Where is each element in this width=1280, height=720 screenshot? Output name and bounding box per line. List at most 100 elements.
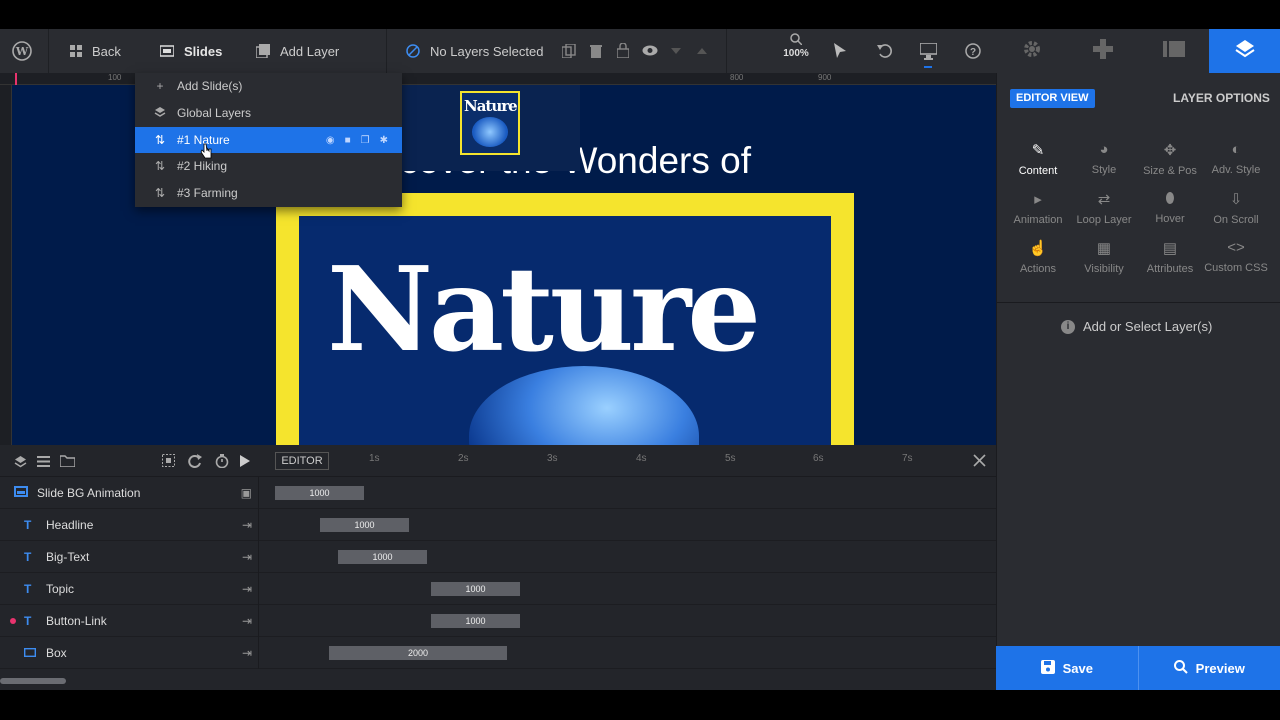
timeline-layer-list: Slide BG Animation ▣ T Headline ⇥ T Big-… <box>0 477 258 669</box>
option-style[interactable]: ◕ Style <box>1071 141 1137 176</box>
animation-bar[interactable]: 1000 <box>320 518 409 532</box>
add-slides-item[interactable]: + Add Slide(s) <box>135 73 402 99</box>
timeline-row-topic[interactable]: T Topic ⇥ <box>0 573 258 605</box>
jump-to-icon[interactable]: ⇥ <box>242 582 252 596</box>
reorder-icon[interactable]: ⇅ <box>151 186 169 200</box>
reorder-icon[interactable]: ⇅ <box>151 133 169 147</box>
timeline-row-headline[interactable]: T Headline ⇥ <box>0 509 258 541</box>
option-size-pos[interactable]: ✥ Size & Pos <box>1137 141 1203 177</box>
slide-item-nature[interactable]: ⇅ #1 Nature ◉ ■ ❐ ✱ <box>135 127 402 153</box>
timeline-row-slide-bg[interactable]: Slide BG Animation ▣ <box>0 477 258 509</box>
ruler-marker <box>15 73 17 85</box>
time-tick: 6s <box>813 453 824 464</box>
image-icon <box>1162 40 1185 62</box>
tab-settings[interactable] <box>996 29 1067 73</box>
slides-button[interactable]: Slides <box>160 29 222 73</box>
jump-to-icon[interactable]: ⇥ <box>242 550 252 564</box>
global-layers-item[interactable]: Global Layers <box>135 100 402 126</box>
gear-icon[interactable]: ✱ <box>380 135 388 146</box>
reorder-icon[interactable]: ⇅ <box>151 159 169 173</box>
time-tick: 4s <box>636 453 647 464</box>
jump-to-icon[interactable]: ⇥ <box>242 646 252 660</box>
eye-icon[interactable]: ◉ <box>326 135 335 146</box>
play-icon[interactable] <box>240 455 250 467</box>
option-loop-layer[interactable]: ⇄ Loop Layer <box>1071 190 1137 226</box>
jump-to-icon[interactable]: ⇥ <box>242 518 252 532</box>
preview-button[interactable]: Preview <box>1137 646 1280 690</box>
zoom-control[interactable]: 100% <box>781 33 811 69</box>
desktop-view-icon[interactable] <box>920 43 937 60</box>
folder-icon[interactable] <box>60 455 75 467</box>
animation-bar[interactable]: 1000 <box>431 582 520 596</box>
row-label: Button-Link <box>46 613 107 628</box>
arrow-down-icon[interactable] <box>671 48 681 54</box>
timeline-row-box[interactable]: Box ⇥ <box>0 637 258 669</box>
wordpress-logo-button[interactable]: W <box>12 29 32 73</box>
lock-icon[interactable] <box>617 43 629 58</box>
selection-icon[interactable] <box>162 454 175 467</box>
text-layer-icon: T <box>24 517 32 532</box>
loop-icon: ⇄ <box>1097 191 1111 208</box>
option-custom-css[interactable]: <> Custom CSS <box>1203 239 1269 274</box>
ruler-label: 800 <box>730 73 744 82</box>
refresh-icon[interactable] <box>188 454 202 468</box>
tab-layers[interactable] <box>1209 29 1280 73</box>
no-layers-label: No Layers Selected <box>430 43 544 59</box>
file-icon: ▤ <box>1162 240 1178 257</box>
editor-view-badge[interactable]: EDITOR VIEW <box>1010 89 1095 108</box>
animation-bar[interactable]: 1000 <box>275 486 364 500</box>
option-content[interactable]: ✎ Content <box>1005 141 1071 177</box>
tab-slide-settings[interactable] <box>1138 29 1209 73</box>
slide-item-hiking[interactable]: ⇅ #2 Hiking <box>135 153 402 179</box>
text-layer-icon: T <box>24 581 32 596</box>
editor-tag[interactable]: EDITOR <box>275 452 329 470</box>
slide-item-actions: ◉ ■ ❐ ✱ <box>326 127 388 153</box>
palette-icon: ◕ <box>1099 141 1109 158</box>
box-layer[interactable]: Nature <box>276 193 854 445</box>
animation-bar[interactable]: 1000 <box>338 550 427 564</box>
box-inner: Nature <box>299 216 831 445</box>
slides-dropdown: + Add Slide(s) Global Layers ⇅ #1 Nature… <box>135 73 402 207</box>
timeline-row-button-link[interactable]: T Button-Link ⇥ <box>0 605 258 637</box>
animation-bar[interactable]: 1000 <box>431 614 520 628</box>
option-attributes[interactable]: ▤ Attributes <box>1137 239 1203 275</box>
visibility-icon: ▦ <box>1096 240 1112 257</box>
jump-to-icon[interactable]: ⇥ <box>242 614 252 628</box>
close-icon[interactable] <box>973 454 986 467</box>
add-layer-button[interactable]: Add Layer <box>256 29 339 73</box>
help-icon[interactable]: ? <box>965 43 981 59</box>
option-label: Size & Pos <box>1143 165 1197 177</box>
timeline-scrollbar[interactable] <box>0 678 66 684</box>
option-actions[interactable]: ☝ Actions <box>1005 239 1071 275</box>
option-hover[interactable]: ⬮ Hover <box>1137 190 1203 225</box>
stopwatch-icon[interactable] <box>215 454 229 468</box>
back-button[interactable]: Back <box>70 29 121 73</box>
cursor-icon[interactable] <box>834 43 846 58</box>
floppy-icon <box>1040 659 1055 677</box>
big-text-layer[interactable]: Nature <box>327 242 761 378</box>
track-row: 1000 <box>259 509 996 541</box>
list-icon[interactable] <box>37 456 50 467</box>
animation-bar[interactable]: 2000 <box>329 646 507 660</box>
layers-icon[interactable] <box>14 455 27 468</box>
copy-icon[interactable]: ❐ <box>361 135 370 146</box>
tab-navigation[interactable] <box>1067 29 1138 73</box>
option-on-scroll[interactable]: ⇩ On Scroll <box>1203 190 1269 226</box>
trash-icon[interactable] <box>590 44 602 58</box>
option-visibility[interactable]: ▦ Visibility <box>1071 239 1137 275</box>
thumbnail-fish <box>472 117 508 147</box>
copy-icon[interactable] <box>562 44 576 58</box>
eye-icon[interactable] <box>642 45 658 56</box>
slide-item-farming[interactable]: ⇅ #3 Farming <box>135 180 402 206</box>
undo-icon[interactable] <box>877 43 892 58</box>
save-button[interactable]: Save <box>996 646 1138 690</box>
option-animation[interactable]: ▸ Animation <box>1005 190 1071 226</box>
option-label: Animation <box>1013 214 1063 226</box>
image-stack-icon[interactable]: ▣ <box>241 486 252 500</box>
slide-thumbnail[interactable]: Nature <box>460 91 520 155</box>
arrow-up-icon[interactable] <box>697 48 707 54</box>
trash-icon[interactable]: ■ <box>345 135 351 146</box>
track-row: 1000 <box>259 477 996 509</box>
timeline-row-big-text[interactable]: T Big-Text ⇥ <box>0 541 258 573</box>
option-adv-style[interactable]: ◐ Adv. Style <box>1203 141 1269 176</box>
